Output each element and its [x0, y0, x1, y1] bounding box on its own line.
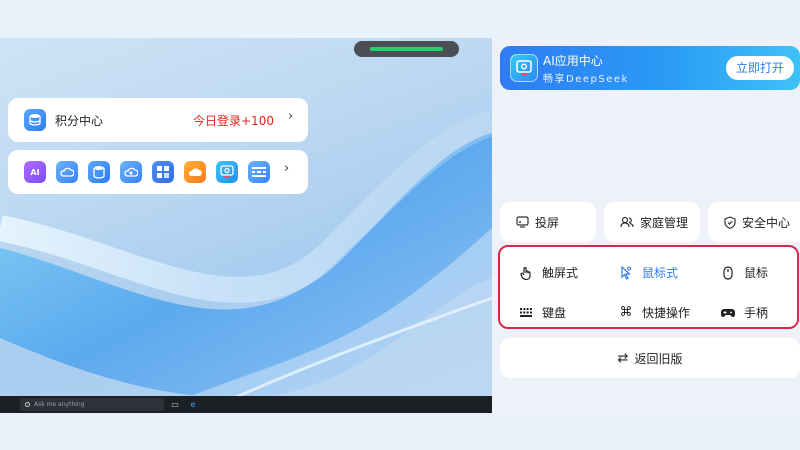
switch-arrows-icon: ⇄	[617, 350, 629, 366]
storage-icon[interactable]	[88, 161, 110, 183]
points-center-label: 积分中心	[55, 114, 104, 128]
points-chevron-right-icon: ›	[288, 109, 294, 124]
desktop-taskbar: Ask me anything ▭ e	[0, 396, 492, 413]
command-icon: ⌘	[619, 305, 633, 320]
ai-banner-subtitle: 畅享DeepSeek	[543, 74, 629, 85]
shield-icon	[724, 215, 736, 229]
daily-login-bonus: 今日登录+100	[193, 114, 274, 128]
mode-keyboard[interactable]: 键盘	[518, 304, 566, 321]
input-mode-panel: 触屏式 鼠标式 鼠标 键盘 ⌘ 快捷操作 手柄	[498, 245, 799, 329]
ai-app-center-icon	[510, 54, 538, 82]
mode-quick-actions-label: 快捷操作	[642, 306, 691, 320]
points-center-card[interactable]: 积分中心 今日登录+100 ›	[8, 98, 308, 142]
cloud-sync-icon[interactable]	[120, 161, 142, 183]
cloud-drive-icon[interactable]	[56, 161, 78, 183]
mode-mouse-style[interactable]: 鼠标式	[618, 264, 678, 281]
family-icon	[620, 216, 634, 228]
touch-icon	[518, 266, 534, 280]
app-shortcuts-card: AI ›	[8, 150, 308, 194]
mode-quick-actions[interactable]: ⌘ 快捷操作	[618, 304, 691, 321]
mouse-icon	[720, 265, 736, 280]
security-center-button[interactable]: 安全中心	[708, 202, 800, 242]
task-view-icon[interactable]: ▭	[170, 400, 180, 409]
ai-banner-title: AI应用中心	[543, 54, 603, 68]
connection-status-bar	[370, 47, 443, 51]
ai-app-center-banner[interactable]: AI应用中心 畅享DeepSeek 立即打开	[500, 46, 800, 90]
grid-apps-icon[interactable]	[152, 161, 174, 183]
family-management-button[interactable]: 家庭管理	[604, 202, 700, 242]
taskbar-search-placeholder: Ask me anything	[34, 401, 85, 408]
cast-screen-button[interactable]: 投屏	[500, 202, 596, 242]
cast-icon	[516, 216, 529, 228]
mode-mouse-style-label: 鼠标式	[642, 266, 679, 280]
cast-screen-label: 投屏	[535, 215, 560, 230]
points-center-icon	[24, 109, 46, 131]
ai-writing-icon[interactable]: AI	[24, 161, 46, 183]
return-old-version-label: 返回旧版	[634, 351, 683, 366]
mode-gamepad-label: 手柄	[744, 306, 769, 320]
cortana-icon	[25, 402, 30, 407]
mode-touchscreen[interactable]: 触屏式	[518, 264, 578, 281]
mode-keyboard-label: 键盘	[542, 306, 567, 320]
keyboard-icon	[518, 308, 534, 317]
desktop-wallpaper	[0, 110, 492, 413]
cloud-orange-icon[interactable]	[184, 161, 206, 183]
edge-browser-icon[interactable]: e	[188, 400, 198, 409]
remote-desktop-view[interactable]: Ask me anything ▭ e	[0, 38, 492, 413]
mode-touchscreen-label: 触屏式	[542, 266, 579, 280]
return-old-version-button[interactable]: ⇄ 返回旧版	[500, 338, 800, 378]
family-management-label: 家庭管理	[640, 215, 689, 230]
gamepad-icon	[720, 308, 736, 318]
mode-gamepad[interactable]: 手柄	[720, 304, 768, 321]
taskbar-search-box[interactable]: Ask me anything	[20, 398, 164, 411]
keyboard-app-icon[interactable]	[248, 161, 270, 183]
connection-status-indicator[interactable]	[354, 41, 459, 57]
cursor-icon	[618, 265, 634, 280]
mode-mouse[interactable]: 鼠标	[720, 264, 768, 281]
ai-assistant-icon[interactable]	[216, 161, 238, 183]
security-center-label: 安全中心	[742, 215, 791, 230]
open-now-button[interactable]: 立即打开	[726, 56, 794, 80]
apps-chevron-right-icon[interactable]: ›	[284, 161, 289, 176]
mode-mouse-label: 鼠标	[744, 266, 769, 280]
